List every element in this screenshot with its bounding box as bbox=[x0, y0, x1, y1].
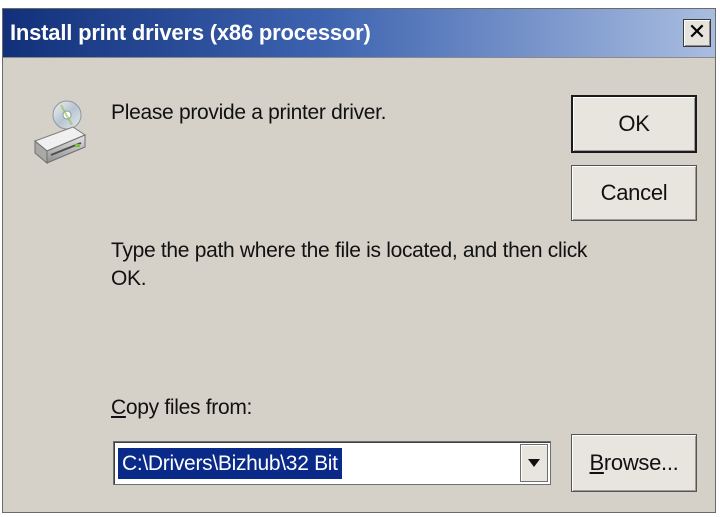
dropdown-button[interactable] bbox=[520, 444, 548, 482]
cancel-button[interactable]: Cancel bbox=[571, 165, 697, 221]
title-bar[interactable]: Install print drivers (x86 processor) ✕ bbox=[3, 9, 715, 58]
window-title: Install print drivers (x86 processor) bbox=[10, 20, 371, 45]
copy-files-label: Copy files from: bbox=[111, 394, 252, 422]
copy-files-path-combobox[interactable]: C:\Drivers\Bizhub\32 Bit bbox=[113, 441, 551, 485]
provide-driver-message: Please provide a printer driver. bbox=[111, 101, 387, 124]
install-drivers-dialog: Install print drivers (x86 processor) ✕ … bbox=[2, 8, 716, 513]
copy-files-mnemonic: C bbox=[111, 396, 126, 419]
close-button[interactable]: ✕ bbox=[683, 19, 711, 47]
instruction-text-line-1: Type the path where the file is located,… bbox=[111, 239, 588, 262]
instruction-text-line-2: OK. bbox=[111, 267, 147, 290]
ok-button[interactable]: OK bbox=[571, 95, 697, 153]
copy-files-label-text: opy files from: bbox=[125, 396, 253, 419]
browse-mnemonic: B bbox=[589, 450, 605, 475]
chevron-down-icon bbox=[528, 459, 540, 467]
cd-drive-icon bbox=[34, 100, 87, 165]
browse-label-text: rowse... bbox=[603, 450, 679, 475]
browse-button[interactable]: Browse... bbox=[571, 434, 697, 492]
close-icon: ✕ bbox=[687, 20, 707, 45]
copy-files-path-value[interactable]: C:\Drivers\Bizhub\32 Bit bbox=[118, 448, 342, 479]
